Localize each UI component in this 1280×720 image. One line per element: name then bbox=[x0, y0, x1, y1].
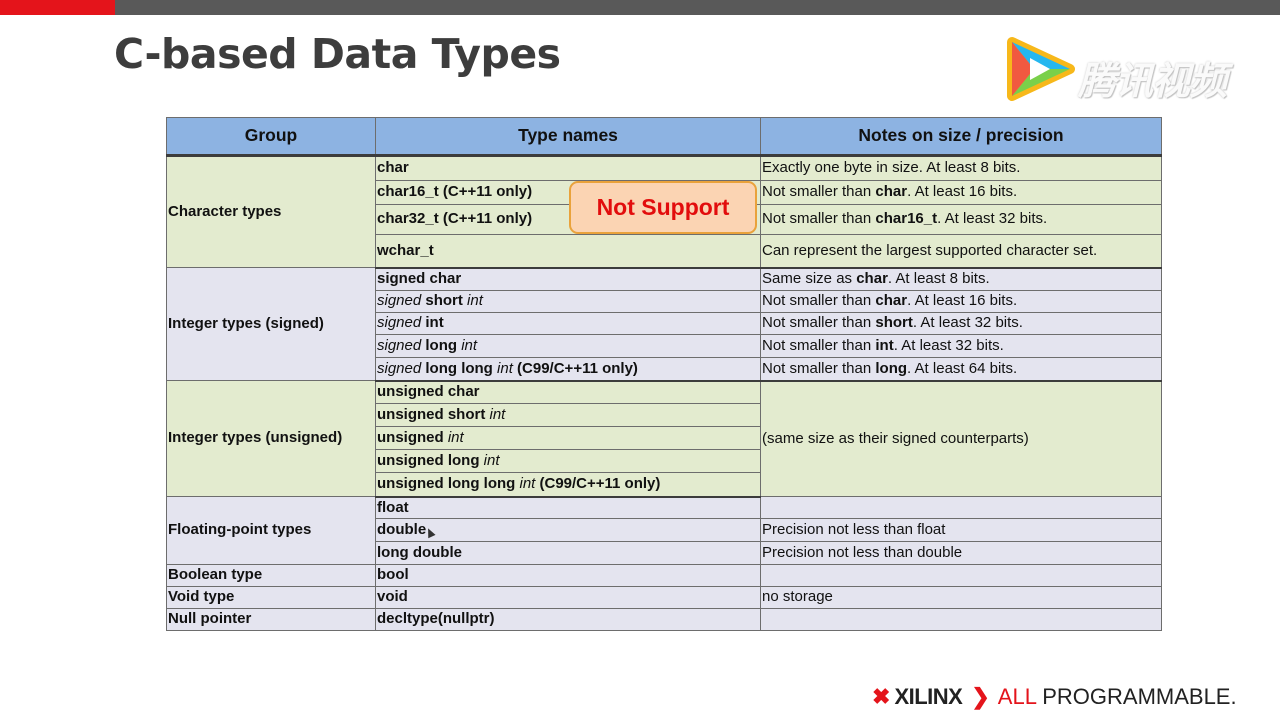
footer-tagline: ALL PROGRAMMABLE. bbox=[997, 684, 1237, 709]
tencent-video-watermark: 腾讯视频 bbox=[1004, 36, 1244, 106]
type-float: float bbox=[375, 496, 761, 519]
table-row: Boolean type bool bbox=[166, 564, 1162, 587]
note-char32: Not smaller than char16_t. At least 32 b… bbox=[760, 204, 1162, 235]
table-row: Void type void no storage bbox=[166, 586, 1162, 609]
watermark-text: 腾讯视频 bbox=[1078, 59, 1227, 103]
note-char: Exactly one byte in size. At least 8 bit… bbox=[760, 155, 1162, 181]
slide-title: C-based Data Types bbox=[114, 30, 561, 78]
type-unsigned-int: unsigned int bbox=[375, 426, 761, 450]
note-signed-int: Not smaller than short. At least 32 bits… bbox=[760, 312, 1162, 335]
type-unsigned-long: unsigned long int bbox=[375, 449, 761, 473]
note-signed-long: Not smaller than int. At least 32 bits. bbox=[760, 334, 1162, 358]
top-bar-accent bbox=[0, 0, 115, 15]
note-long-double: Precision not less than double bbox=[760, 541, 1162, 565]
group-signed: Integer types (signed) bbox=[166, 267, 376, 381]
type-unsigned-long-long: unsigned long long int (C99/C++11 only) bbox=[375, 472, 761, 498]
note-wchar: Can represent the largest supported char… bbox=[760, 234, 1162, 269]
group-boolean: Boolean type bbox=[166, 564, 376, 587]
header-type-names: Type names bbox=[375, 117, 761, 157]
table-row: Character types char Exactly one byte in… bbox=[166, 155, 1162, 268]
note-double: Precision not less than float bbox=[760, 518, 1162, 542]
type-unsigned-short: unsigned short int bbox=[375, 403, 761, 427]
type-signed-long: signed long int bbox=[375, 334, 761, 358]
header-notes: Notes on size / precision bbox=[760, 117, 1162, 157]
type-wchar: wchar_t bbox=[375, 234, 761, 269]
type-signed-char: signed char bbox=[375, 267, 761, 291]
note-signed-short: Not smaller than char. At least 16 bits. bbox=[760, 290, 1162, 313]
table-row: Integer types (signed) signed char Same … bbox=[166, 267, 1162, 381]
xilinx-footer: ✖ XILINX ❯ ALL PROGRAMMABLE. bbox=[872, 683, 1237, 711]
xilinx-logo-icon: ✖ bbox=[872, 684, 891, 709]
type-signed-long-long: signed long long int (C99/C++11 only) bbox=[375, 357, 761, 382]
play-icon bbox=[1007, 37, 1075, 101]
footer-brand: XILINX bbox=[894, 684, 963, 709]
table-row: Integer types (unsigned) unsigned char (… bbox=[166, 380, 1162, 497]
note-nullptr bbox=[760, 608, 1162, 631]
chevron-right-icon: ❯ bbox=[971, 684, 990, 709]
note-signed-long-long: Not smaller than long. At least 64 bits. bbox=[760, 357, 1162, 382]
group-unsigned: Integer types (unsigned) bbox=[166, 380, 376, 497]
group-character: Character types bbox=[166, 155, 376, 268]
note-bool bbox=[760, 564, 1162, 587]
group-floating: Floating-point types bbox=[166, 496, 376, 565]
note-float bbox=[760, 496, 1162, 519]
group-null-pointer: Null pointer bbox=[166, 608, 376, 631]
not-support-callout: Not Support bbox=[569, 181, 757, 234]
table-row: Null pointer decltype(nullptr) bbox=[166, 608, 1162, 631]
header-group: Group bbox=[166, 117, 376, 157]
note-void: no storage bbox=[760, 586, 1162, 609]
table-header-row: Group Type names Notes on size / precisi… bbox=[166, 117, 1162, 157]
type-signed-short: signed short int bbox=[375, 290, 761, 313]
note-char16: Not smaller than char. At least 16 bits. bbox=[760, 180, 1162, 205]
type-char: char bbox=[375, 155, 761, 181]
note-unsigned: (same size as their signed counterparts) bbox=[760, 380, 1162, 497]
type-void: void bbox=[375, 586, 761, 609]
type-long-double: long double bbox=[375, 541, 761, 565]
type-nullptr: decltype(nullptr) bbox=[375, 608, 761, 631]
group-void: Void type bbox=[166, 586, 376, 609]
type-bool: bool bbox=[375, 564, 761, 587]
type-signed-int: signed int bbox=[375, 312, 761, 335]
table-row: Floating-point types float bbox=[166, 496, 1162, 565]
top-bar bbox=[0, 0, 1280, 15]
note-signed-char: Same size as char. At least 8 bits. bbox=[760, 267, 1162, 291]
type-unsigned-char: unsigned char bbox=[375, 380, 761, 404]
